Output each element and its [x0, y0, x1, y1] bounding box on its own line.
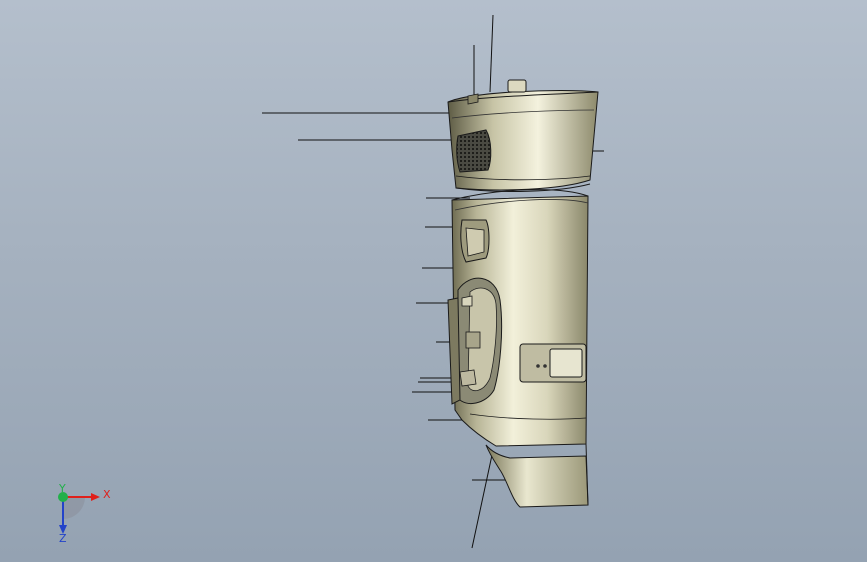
coordinate-triad-icon[interactable]: X Y Z	[58, 482, 111, 545]
model-cap[interactable]	[447, 79, 599, 192]
model-drawing[interactable]: X Y Z	[0, 0, 867, 562]
model-body[interactable]	[447, 189, 589, 447]
y-axis-label: Y	[58, 482, 66, 495]
z-axis-label: Z	[59, 532, 67, 545]
model-base[interactable]	[485, 443, 589, 508]
x-axis-label: X	[103, 488, 111, 501]
cad-viewport[interactable]: X Y Z	[0, 0, 867, 562]
